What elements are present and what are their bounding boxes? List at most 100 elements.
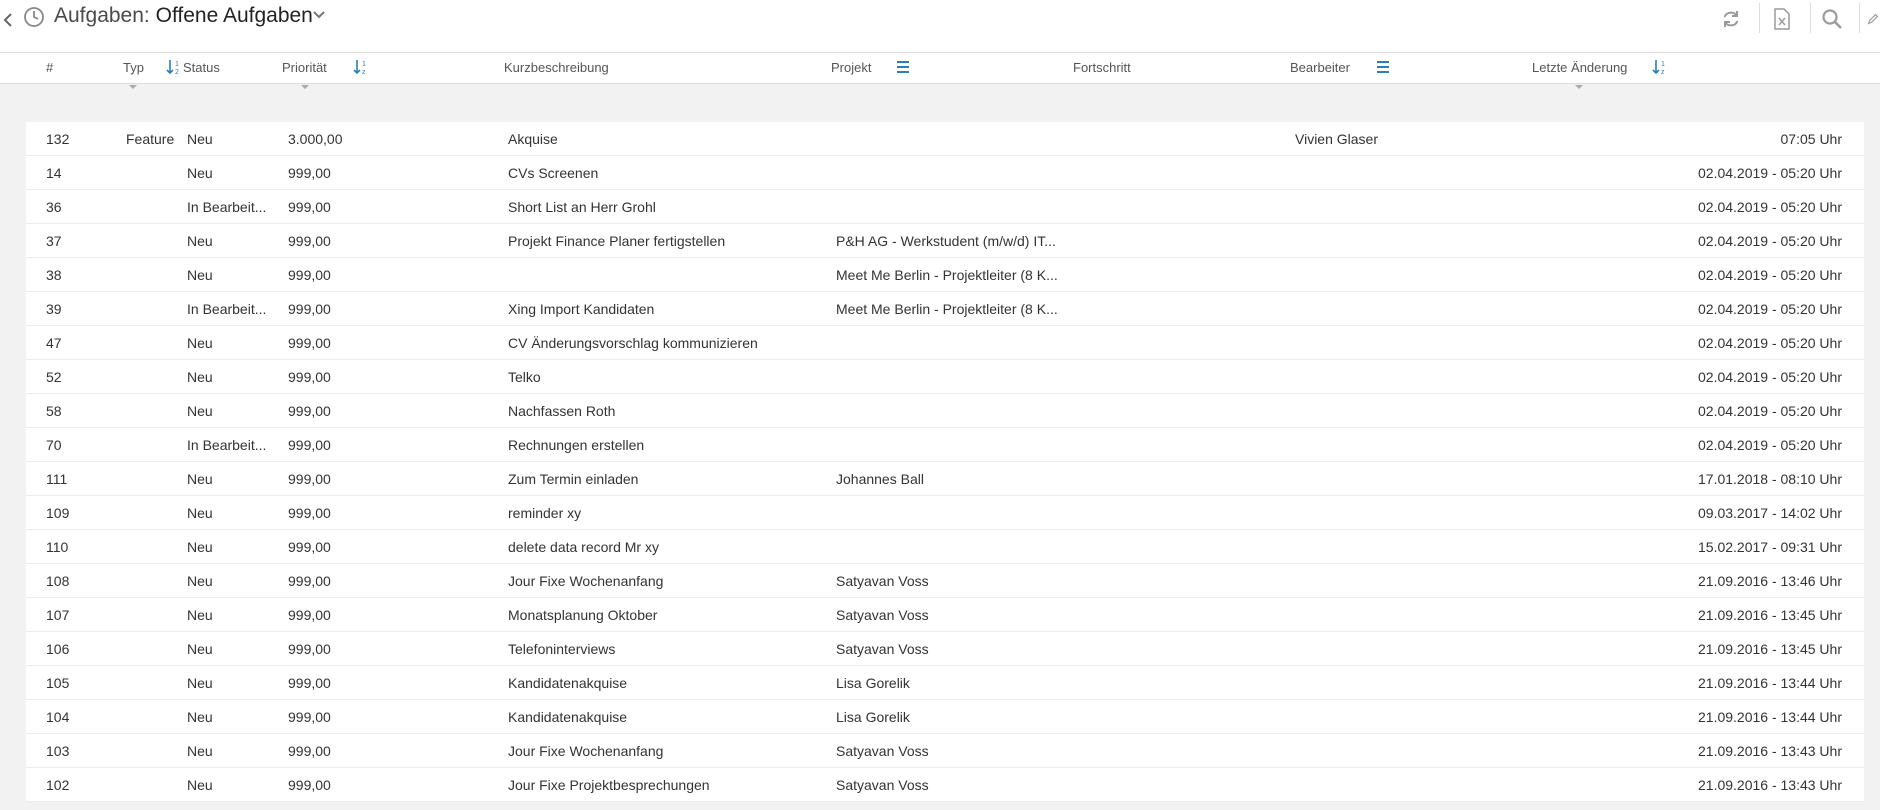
cell-project: Lisa Gorelik — [836, 675, 910, 691]
toolbar-divider — [1810, 3, 1811, 33]
cell-priority: 999,00 — [288, 743, 331, 759]
back-chevron-icon[interactable] — [2, 10, 14, 30]
cell-description: Kandidatenakquise — [508, 675, 628, 691]
cell-priority: 999,00 — [288, 301, 331, 317]
cell-description: Telefoninterviews — [508, 641, 616, 657]
page-title-view[interactable]: Offene Aufgaben — [156, 4, 313, 27]
table-row[interactable]: 102 Neu 999,00 Jour Fixe Projektbesprech… — [26, 768, 1864, 802]
column-header-progress[interactable]: Fortschritt — [1073, 60, 1131, 76]
column-menu-icon[interactable] — [1375, 59, 1391, 77]
table-row[interactable]: 14 Neu 999,00 CVs Screenen 02.04.2019 - … — [26, 156, 1864, 190]
table-row[interactable]: 111 Neu 999,00 Zum Termin einladen Johan… — [26, 462, 1864, 496]
cell-id: 108 — [46, 573, 70, 589]
column-header-project[interactable]: Projekt — [831, 60, 871, 76]
search-icon[interactable] — [1819, 7, 1845, 31]
cell-status: Neu — [187, 131, 213, 147]
cell-last-change: 02.04.2019 - 05:20 Uhr — [1698, 301, 1842, 317]
table-row[interactable]: 105 Neu 999,00 Kandidatenakquise Lisa Go… — [26, 666, 1864, 700]
cell-last-change: 21.09.2016 - 13:46 Uhr — [1698, 573, 1842, 589]
cell-last-change: 17.01.2018 - 08:10 Uhr — [1698, 471, 1842, 487]
cell-last-change: 21.09.2016 - 13:45 Uhr — [1698, 607, 1842, 623]
cell-status: Neu — [187, 607, 213, 623]
column-header-type[interactable]: Typ — [123, 60, 144, 76]
cell-last-change: 02.04.2019 - 05:20 Uhr — [1698, 165, 1842, 181]
column-header-last-change[interactable]: Letzte Änderung — [1532, 60, 1627, 76]
sort-icon[interactable]: 1z — [353, 58, 369, 76]
table-row[interactable]: 39 In Bearbeit... 999,00 Xing Import Kan… — [26, 292, 1864, 326]
cell-last-change: 02.04.2019 - 05:20 Uhr — [1698, 403, 1842, 419]
cell-status: Neu — [187, 641, 213, 657]
cell-priority: 999,00 — [288, 165, 331, 181]
cell-id: 47 — [46, 335, 62, 351]
column-menu-icon[interactable] — [895, 59, 911, 77]
caret-down-icon — [128, 77, 138, 89]
cell-project: Satyavan Voss — [836, 641, 929, 657]
cell-priority: 999,00 — [288, 369, 331, 385]
cell-id: 52 — [46, 369, 62, 385]
cell-description: Telko — [508, 369, 541, 385]
cell-description: Short List an Herr Grohl — [508, 199, 656, 215]
cell-status: Neu — [187, 369, 213, 385]
svg-text:1: 1 — [362, 61, 366, 68]
table-row[interactable]: 106 Neu 999,00 Telefoninterviews Satyava… — [26, 632, 1864, 666]
svg-text:1: 1 — [1661, 61, 1665, 68]
table-row[interactable]: 70 In Bearbeit... 999,00 Rechnungen erst… — [26, 428, 1864, 462]
cell-priority: 999,00 — [288, 709, 331, 725]
edit-icon[interactable] — [1866, 7, 1880, 31]
cell-id: 36 — [46, 199, 62, 215]
column-header-status[interactable]: Status — [183, 60, 220, 76]
sort-icon[interactable]: 1z — [1652, 58, 1668, 76]
table-row[interactable]: 107 Neu 999,00 Monatsplanung Oktober Sat… — [26, 598, 1864, 632]
cell-status: Neu — [187, 505, 213, 521]
table-row[interactable]: 109 Neu 999,00 reminder xy 09.03.2017 - … — [26, 496, 1864, 530]
table-row[interactable]: 104 Neu 999,00 Kandidatenakquise Lisa Go… — [26, 700, 1864, 734]
cell-description: Zum Termin einladen — [508, 471, 639, 487]
table-row[interactable]: 110 Neu 999,00 delete data record Mr xy … — [26, 530, 1864, 564]
cell-assignee: Vivien Glaser — [1295, 131, 1379, 147]
table-row[interactable]: 108 Neu 999,00 Jour Fixe Wochenanfang Sa… — [26, 564, 1864, 598]
cell-last-change: 21.09.2016 - 13:45 Uhr — [1698, 641, 1842, 657]
svg-text:2: 2 — [175, 69, 179, 76]
excel-export-icon[interactable] — [1769, 7, 1795, 31]
cell-project: Satyavan Voss — [836, 573, 929, 589]
cell-priority: 999,00 — [288, 777, 331, 793]
refresh-icon[interactable] — [1718, 7, 1744, 31]
cell-status: Neu — [187, 403, 213, 419]
cell-status: In Bearbeit... — [187, 301, 267, 317]
cell-status: Neu — [187, 165, 213, 181]
cell-id: 111 — [46, 471, 68, 487]
cell-status: Neu — [187, 233, 213, 249]
cell-priority: 999,00 — [288, 403, 331, 419]
table-row[interactable]: 37 Neu 999,00 Projekt Finance Planer fer… — [26, 224, 1864, 258]
table-row[interactable]: 58 Neu 999,00 Nachfassen Roth 02.04.2019… — [26, 394, 1864, 428]
cell-project: Satyavan Voss — [836, 743, 929, 759]
cell-priority: 999,00 — [288, 573, 331, 589]
cell-last-change: 21.09.2016 - 13:43 Uhr — [1698, 777, 1842, 793]
column-header-id[interactable]: # — [46, 60, 53, 76]
cell-priority: 999,00 — [288, 675, 331, 691]
column-header-priority[interactable]: Priorität — [282, 60, 327, 76]
table-row[interactable]: 36 In Bearbeit... 999,00 Short List an H… — [26, 190, 1864, 224]
cell-priority: 999,00 — [288, 437, 331, 453]
table-row[interactable]: 38 Neu 999,00 Meet Me Berlin - Projektle… — [26, 258, 1864, 292]
cell-description: Kandidatenakquise — [508, 709, 628, 725]
cell-description: Monatsplanung Oktober — [508, 607, 658, 623]
table-row[interactable]: 132 Feature Neu 3.000,00 Akquise Vivien … — [26, 122, 1864, 156]
table-row[interactable]: 52 Neu 999,00 Telko 02.04.2019 - 05:20 U… — [26, 360, 1864, 394]
cell-status: Neu — [187, 471, 213, 487]
column-header-description[interactable]: Kurzbeschreibung — [504, 60, 609, 76]
cell-description: Projekt Finance Planer fertigstellen — [508, 233, 726, 249]
cell-description: Jour Fixe Wochenanfang — [508, 743, 664, 759]
cell-last-change: 02.04.2019 - 05:20 Uhr — [1698, 335, 1842, 351]
table-row[interactable]: 103 Neu 999,00 Jour Fixe Wochenanfang Sa… — [26, 734, 1864, 768]
column-header-assignee[interactable]: Bearbeiter — [1290, 60, 1350, 76]
cell-status: In Bearbeit... — [187, 437, 267, 453]
table-row[interactable]: 47 Neu 999,00 CV Änderungsvorschlag komm… — [26, 326, 1864, 360]
cell-id: 58 — [46, 403, 62, 419]
sort-icon[interactable]: 12 — [166, 58, 182, 76]
cell-priority: 3.000,00 — [288, 131, 343, 147]
cell-id: 70 — [46, 437, 62, 453]
cell-project: Meet Me Berlin - Projektleiter (8 K... — [836, 301, 1058, 317]
cell-last-change: 02.04.2019 - 05:20 Uhr — [1698, 233, 1842, 249]
chevron-down-icon[interactable] — [311, 8, 327, 22]
